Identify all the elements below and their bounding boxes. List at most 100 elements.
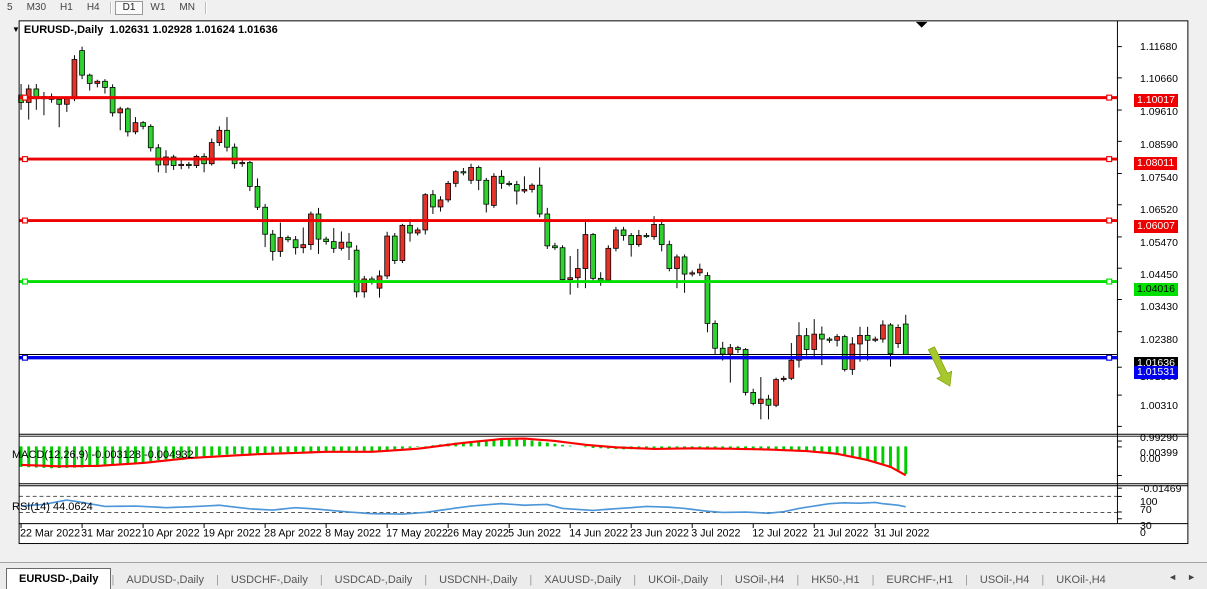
candle-body [491, 176, 496, 205]
candle-body [697, 269, 702, 273]
timeframe-button-h4[interactable]: H4 [80, 1, 107, 15]
date-label: 3 Jul 2022 [691, 528, 740, 540]
candle-body [240, 162, 245, 163]
line-handle[interactable] [1107, 95, 1112, 100]
timeframe-button-5[interactable]: 5 [0, 1, 20, 15]
toolbar-separator [205, 2, 207, 14]
candle-body [179, 164, 184, 165]
candle-body [453, 172, 458, 184]
chart-tab-audusd-daily[interactable]: AUDUSD-,Daily [114, 570, 216, 589]
chart-tab-eurusd-daily[interactable]: EURUSD-,Daily [6, 568, 111, 589]
timeframe-button-mn[interactable]: MN [172, 1, 202, 15]
candle-body [736, 348, 741, 350]
candle-body [781, 378, 786, 379]
candle-body [324, 239, 329, 241]
scroll-left-icon[interactable]: ◄ [1163, 572, 1182, 582]
candle-body [903, 324, 908, 354]
chart-tab-xauusd-daily[interactable]: XAUUSD-,Daily [532, 570, 633, 589]
candle-body [880, 325, 885, 339]
candle-body [141, 123, 146, 127]
candle-body [560, 248, 565, 280]
candle-body [64, 99, 69, 105]
candle-body [415, 230, 420, 233]
candle-body [118, 109, 123, 113]
date-label: 26 May 2022 [447, 528, 509, 540]
chart-tab-hk50-h1[interactable]: HK50-,H1 [799, 570, 871, 589]
candle-body [308, 214, 313, 245]
candle-body [247, 162, 252, 186]
candle-body [316, 214, 321, 239]
line-handle[interactable] [23, 355, 28, 360]
line-handle[interactable] [23, 218, 28, 223]
chart-tab-ukoil-h4[interactable]: UKOil-,H4 [1044, 570, 1118, 589]
candle-body [621, 230, 626, 236]
candle-body [293, 240, 298, 248]
scroll-right-icon[interactable]: ► [1182, 572, 1201, 582]
candle-body [110, 87, 115, 112]
candle-body [614, 230, 619, 248]
candle-body [568, 278, 573, 280]
candle-body [95, 81, 100, 83]
candle-body [858, 335, 863, 344]
candle-body [812, 334, 817, 349]
line-handle[interactable] [1107, 218, 1112, 223]
candle-body [819, 334, 824, 339]
candle-body [789, 360, 794, 378]
timeframe-button-m30[interactable]: M30 [20, 1, 53, 15]
mt4-window: 5M30H1H4 D1W1MN 22 Mar 202231 Mar 202210 … [0, 0, 1207, 589]
candle-body [438, 200, 443, 207]
candle-body [461, 172, 466, 173]
line-handle[interactable] [1107, 157, 1112, 162]
date-label: 8 May 2022 [325, 528, 381, 540]
candle-body [125, 109, 130, 132]
candle-body [57, 99, 62, 104]
candle-body [347, 242, 352, 247]
line-handle[interactable] [23, 95, 28, 100]
timeframe-button-h1[interactable]: H1 [53, 1, 80, 15]
candle-body [331, 242, 336, 249]
line-handle[interactable] [23, 157, 28, 162]
candle-body [217, 130, 222, 142]
chart-tab-usoil-h4[interactable]: USOil-,H4 [723, 570, 797, 589]
timeframe-toolbar: 5M30H1H4 D1W1MN [0, 0, 1207, 16]
chart-tab-eurchf-h1[interactable]: EURCHF-,H1 [874, 570, 965, 589]
candle-body [385, 236, 390, 276]
candle-body [659, 224, 664, 244]
candle-body [270, 234, 275, 251]
timeframe-button-d1[interactable]: D1 [115, 1, 144, 15]
candle-body [675, 257, 680, 269]
candle-body [842, 337, 847, 370]
line-handle[interactable] [23, 279, 28, 284]
chart-tab-usdcnh-daily[interactable]: USDCNH-,Daily [427, 570, 529, 589]
chart-canvas[interactable]: 22 Mar 202231 Mar 202210 Apr 202219 Apr … [0, 16, 1207, 562]
candle-body [530, 185, 535, 189]
candle-body [575, 269, 580, 278]
chart-tab-usdchf-daily[interactable]: USDCHF-,Daily [219, 570, 320, 589]
candle-body [408, 225, 413, 233]
date-label: 5 Jun 2022 [508, 528, 561, 540]
date-label: 23 Jun 2022 [630, 528, 689, 540]
date-label: 10 Apr 2022 [142, 528, 200, 540]
line-handle[interactable] [1107, 355, 1112, 360]
candle-body [873, 339, 878, 340]
line-handle[interactable] [1107, 279, 1112, 284]
candle-body [667, 245, 672, 269]
candle-body [835, 337, 840, 341]
date-label: 31 Jul 2022 [874, 528, 929, 540]
chart-window[interactable]: 22 Mar 202231 Mar 202210 Apr 202219 Apr … [0, 16, 1207, 562]
candle-body [537, 185, 542, 214]
chart-tab-usdcad-daily[interactable]: USDCAD-,Daily [323, 570, 425, 589]
candle-body [148, 126, 153, 147]
chart-tab-usoil-h4[interactable]: USOil-,H4 [968, 570, 1042, 589]
candle-body [278, 238, 283, 252]
candle-body [484, 180, 489, 204]
candle-body [476, 167, 481, 180]
candle-body [766, 399, 771, 405]
chart-tab-ukoil-daily[interactable]: UKOil-,Daily [636, 570, 720, 589]
candle-body [865, 335, 870, 340]
toolbar-separator [110, 2, 112, 14]
timeframe-button-w1[interactable]: W1 [143, 1, 172, 15]
date-label: 21 Jul 2022 [813, 528, 868, 540]
candle-body [606, 248, 611, 280]
date-label: 17 May 2022 [386, 528, 448, 540]
